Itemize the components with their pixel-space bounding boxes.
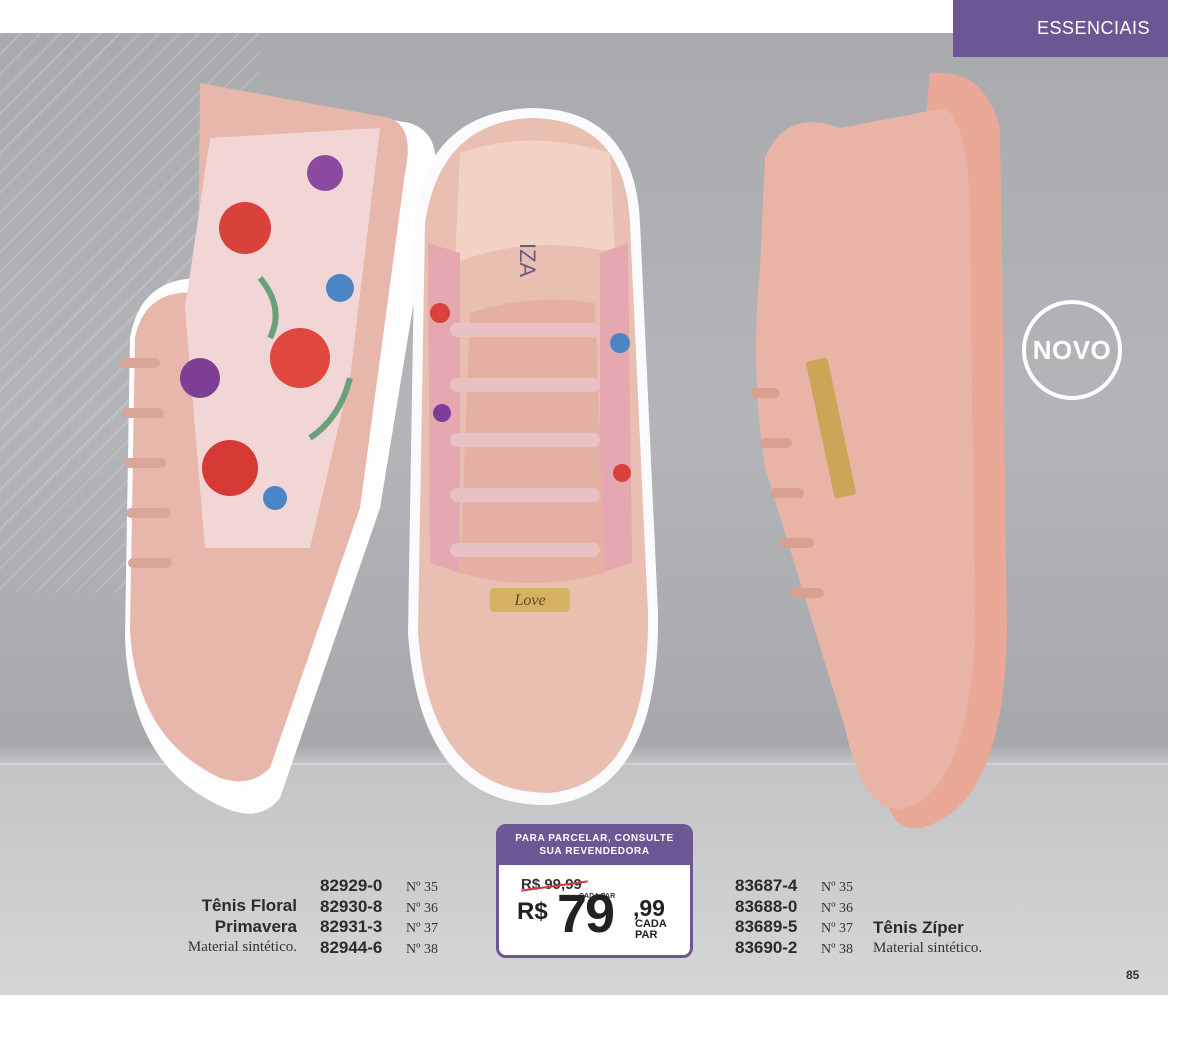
- product-size: Nº 35: [406, 880, 438, 895]
- zipper-sneaker-image: [750, 72, 1007, 829]
- product-code: 83689-5: [735, 917, 798, 936]
- code-row: 83690-2 Nº 38: [735, 938, 853, 959]
- product-size: Nº 35: [821, 880, 853, 895]
- price-header-line2: SUA REVENDEDORA: [539, 846, 650, 857]
- insole-brand-text: IZA: [515, 243, 540, 278]
- product-right-name: Tênis Zíper: [873, 918, 964, 937]
- new-price-integer: 79: [557, 884, 615, 944]
- product-size: Nº 37: [821, 921, 853, 936]
- floral-sneaker-front-image: Love IZA: [408, 108, 659, 806]
- new-price-cada: CADA PAR: [635, 919, 667, 941]
- price-box-header: PARA PARCELAR, CONSULTE SUA REVENDEDORA: [499, 827, 690, 865]
- product-code: 82931-3: [320, 917, 383, 936]
- product-code: 83690-2: [735, 937, 798, 957]
- code-row: 83688-0 Nº 36: [735, 897, 853, 918]
- product-left-info: Tênis Floral Primavera Material sintétic…: [188, 895, 297, 956]
- floral-sneaker-side-image: [120, 83, 436, 814]
- product-size: Nº 38: [406, 941, 438, 957]
- product-left-name-line2: Primavera: [214, 917, 297, 936]
- love-tag-text: Love: [513, 592, 545, 609]
- code-row: 83689-5 Nº 37: [735, 917, 853, 938]
- product-right-info: Tênis Zíper Material sintético.: [873, 917, 982, 957]
- code-row: 82944-6 Nº 38: [320, 938, 438, 959]
- section-tab-label: ESSENCIAIS: [1036, 18, 1150, 38]
- product-code: 82930-8: [320, 896, 383, 916]
- code-row: 83687-4 Nº 35: [735, 876, 853, 897]
- product-left-material: Material sintético.: [187, 939, 297, 955]
- product-code: 83688-0: [735, 896, 798, 916]
- section-tab: ESSENCIAIS: [953, 0, 1168, 57]
- novo-badge-label: NOVO: [1032, 334, 1112, 365]
- product-left-name-line1: Tênis Floral: [201, 896, 297, 915]
- product-code: 82929-0: [320, 876, 383, 895]
- code-row: 82930-8 Nº 36: [320, 897, 438, 918]
- page-number: 85: [1126, 968, 1140, 982]
- product-size: Nº 37: [406, 921, 438, 936]
- product-size: Nº 38: [821, 941, 853, 957]
- product-left-codes: 82929-0 Nº 35 82930-8 Nº 36 82931-3 Nº 3…: [320, 876, 438, 958]
- price-box: PARA PARCELAR, CONSULTE SUA REVENDEDORA …: [496, 824, 693, 958]
- new-price-cada-line2: PAR: [635, 929, 658, 941]
- new-price-currency: R$: [517, 898, 548, 925]
- product-code: 83687-4: [735, 876, 798, 895]
- product-code: 82944-6: [320, 937, 383, 957]
- code-row: 82929-0 Nº 35: [320, 876, 438, 897]
- product-size: Nº 36: [821, 900, 853, 916]
- code-row: 82931-3 Nº 37: [320, 917, 438, 938]
- price-header-line1: PARA PARCELAR, CONSULTE: [515, 833, 674, 844]
- novo-badge: NOVO: [1022, 300, 1122, 400]
- product-size: Nº 36: [406, 900, 438, 916]
- product-right-material: Material sintético.: [873, 940, 983, 956]
- product-right-codes: 83687-4 Nº 35 83688-0 Nº 36 83689-5 Nº 3…: [735, 876, 853, 958]
